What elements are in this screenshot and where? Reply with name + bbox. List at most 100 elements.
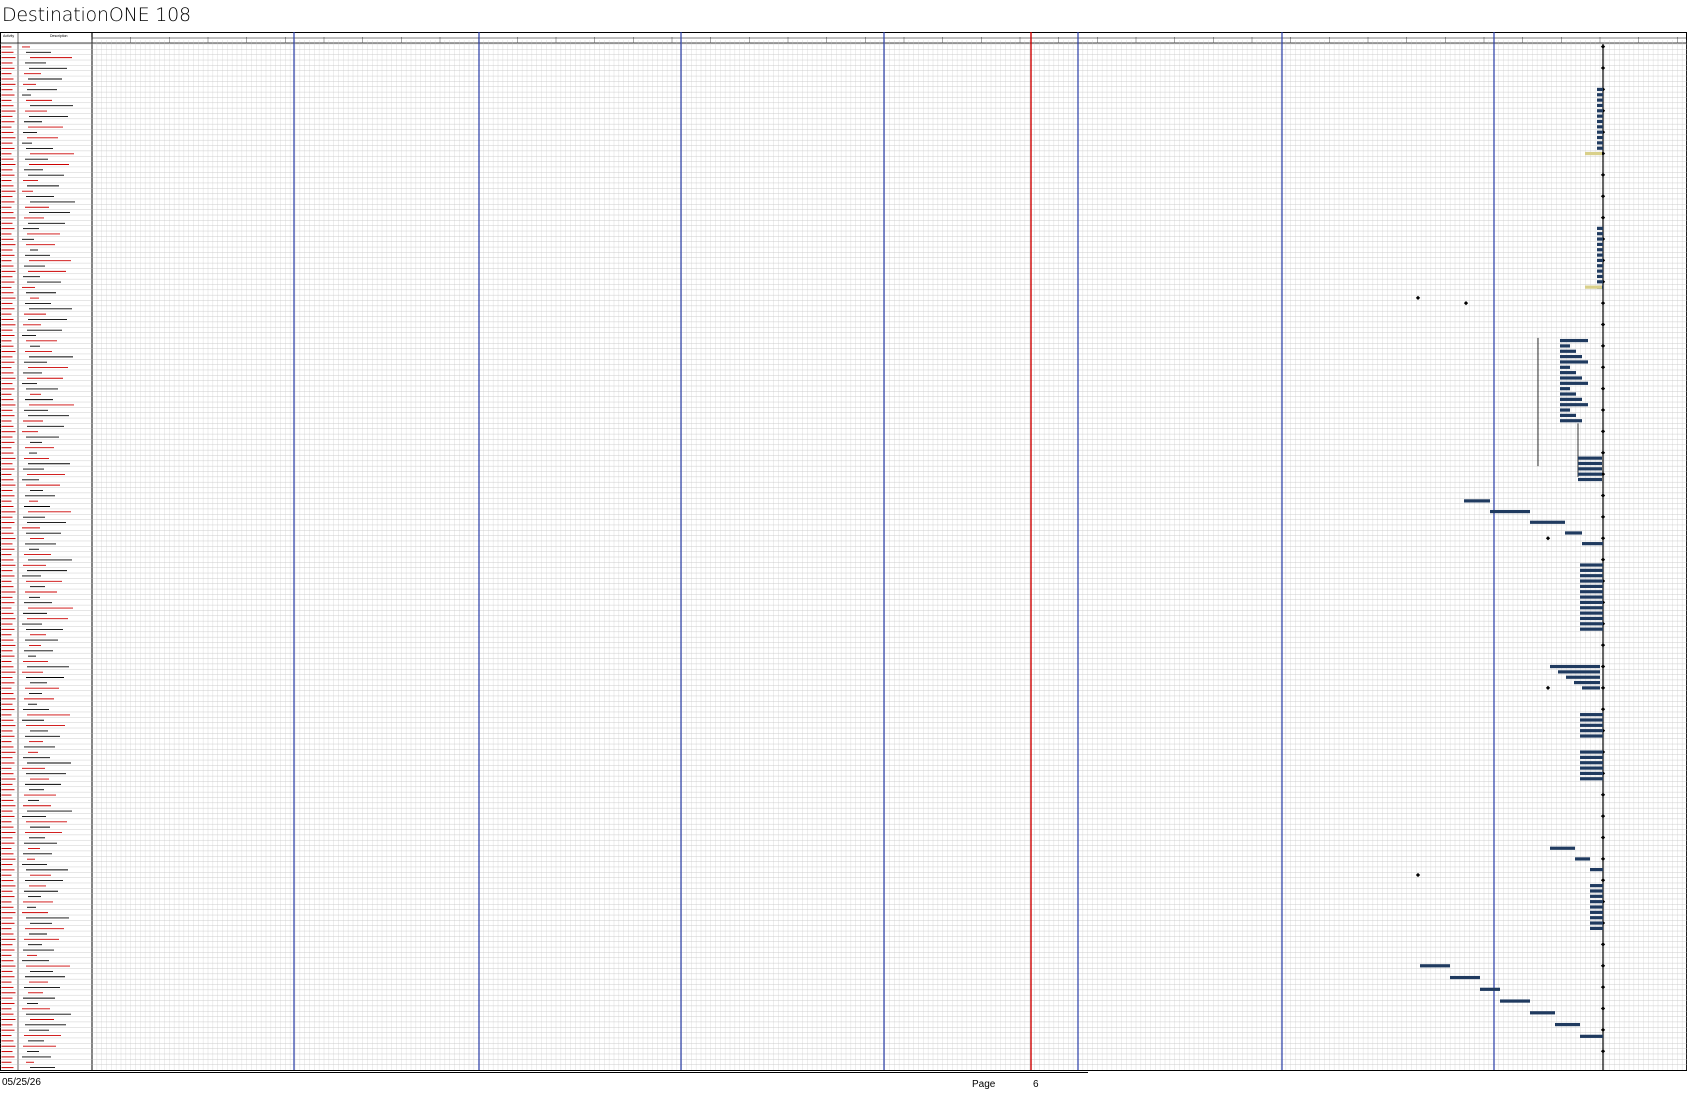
gantt-bar bbox=[1597, 274, 1603, 279]
gantt-bar bbox=[1597, 264, 1603, 268]
gantt-bar bbox=[1590, 905, 1603, 909]
gantt-bar bbox=[1597, 232, 1603, 236]
gantt-bar bbox=[1580, 761, 1603, 765]
gantt-bar bbox=[1580, 734, 1603, 738]
gantt-bar bbox=[1580, 713, 1603, 717]
gantt-bar bbox=[1560, 349, 1576, 353]
gantt-bar bbox=[1580, 611, 1603, 615]
gantt-bar bbox=[1530, 520, 1565, 524]
gantt-bar bbox=[1580, 563, 1603, 567]
milestone-marker bbox=[1415, 872, 1421, 878]
gantt-bar bbox=[1580, 1034, 1603, 1038]
gantt-bar bbox=[1560, 355, 1582, 359]
gantt-bar bbox=[1560, 376, 1582, 380]
gantt-bar bbox=[1450, 975, 1480, 980]
gantt-bar bbox=[1575, 857, 1590, 861]
gantt-bar bbox=[1582, 686, 1600, 690]
gantt-bar bbox=[1580, 750, 1603, 754]
gantt-bar bbox=[1550, 664, 1600, 669]
gantt-bar bbox=[1597, 93, 1603, 97]
gantt-bar bbox=[1597, 87, 1603, 92]
footer-date: 05/25/26 bbox=[2, 1077, 41, 1088]
gantt-bar bbox=[1578, 472, 1602, 476]
gantt-bar bbox=[1597, 109, 1603, 113]
gantt-bar bbox=[1580, 579, 1603, 583]
gantt-bar bbox=[1580, 771, 1603, 776]
gantt-bar bbox=[1530, 1011, 1555, 1015]
gantt-bar bbox=[1590, 926, 1603, 930]
gantt-bar bbox=[1597, 146, 1603, 150]
gantt-bar bbox=[1590, 889, 1603, 893]
gantt-bar bbox=[1597, 114, 1603, 118]
gantt-chart: Activity Description bbox=[0, 32, 1687, 1071]
footer-page-label: Page bbox=[972, 1079, 996, 1090]
footer-page-number: 6 bbox=[1033, 1079, 1039, 1090]
milestone-marker bbox=[1545, 536, 1551, 541]
gantt-bar bbox=[1580, 777, 1603, 781]
column-header-activity: Activity bbox=[3, 34, 14, 38]
gantt-bar bbox=[1580, 718, 1603, 722]
gantt-bar bbox=[1550, 846, 1575, 850]
gantt-bar bbox=[1420, 964, 1450, 968]
gantt-bar bbox=[1597, 280, 1603, 284]
gantt-bar bbox=[1580, 584, 1603, 588]
gantt-bar bbox=[1560, 365, 1570, 369]
gantt-bar bbox=[1578, 477, 1602, 482]
gantt-bar bbox=[1580, 600, 1603, 605]
gantt-bar bbox=[1565, 531, 1582, 535]
gantt-bar bbox=[1560, 338, 1588, 343]
gantt-bar bbox=[1597, 226, 1603, 230]
gantt-bar bbox=[1580, 590, 1603, 594]
gantt-bar bbox=[1590, 921, 1603, 925]
gantt-bar bbox=[1555, 1022, 1580, 1027]
gantt-bar bbox=[1590, 900, 1603, 904]
gantt-bar bbox=[1580, 723, 1603, 727]
gantt-bar bbox=[1580, 616, 1603, 621]
gantt-bar bbox=[1560, 344, 1570, 348]
gantt-bar bbox=[1560, 387, 1570, 391]
page-title: DestinationONE 108 bbox=[2, 4, 191, 26]
gantt-bar bbox=[1597, 135, 1603, 140]
milestone-marker bbox=[1545, 685, 1551, 691]
gantt-bar bbox=[1590, 868, 1603, 872]
gantt-bar bbox=[1580, 595, 1603, 599]
gantt-bar bbox=[1597, 258, 1603, 263]
gantt-bar bbox=[1597, 103, 1603, 108]
gantt-bar bbox=[1597, 242, 1603, 246]
gantt-bar bbox=[1597, 253, 1603, 257]
gantt-bar bbox=[1578, 467, 1602, 471]
timeline-grid bbox=[0, 32, 1687, 1070]
gantt-bar bbox=[1580, 766, 1603, 770]
milestone-marker bbox=[1463, 301, 1469, 306]
gantt-bar bbox=[1580, 627, 1603, 631]
highlight-bar bbox=[1585, 285, 1602, 289]
gantt-bar bbox=[1464, 499, 1490, 503]
gantt-bar bbox=[1597, 248, 1603, 252]
gantt-bar bbox=[1597, 119, 1603, 124]
activity-table: Activity Description bbox=[0, 32, 1687, 1071]
gantt-bar bbox=[1480, 987, 1500, 991]
gantt-bar bbox=[1580, 574, 1603, 578]
gantt-bar bbox=[1582, 542, 1603, 546]
gantt-bar bbox=[1590, 894, 1603, 898]
gantt-bar bbox=[1560, 371, 1576, 375]
gantt-bar bbox=[1580, 729, 1603, 733]
gantt-bar bbox=[1597, 130, 1603, 134]
gantt-bar bbox=[1580, 622, 1603, 626]
gantt-bar bbox=[1560, 403, 1588, 407]
gantt-bar bbox=[1597, 125, 1603, 129]
gantt-bar bbox=[1590, 916, 1603, 920]
gantt-bar bbox=[1597, 269, 1603, 273]
gantt-bar bbox=[1566, 675, 1600, 679]
gantt-bar bbox=[1500, 999, 1530, 1003]
gantt-bar bbox=[1597, 141, 1603, 145]
gantt-bar bbox=[1580, 606, 1603, 610]
gantt-bar bbox=[1560, 397, 1582, 401]
gantt-bar bbox=[1590, 884, 1603, 888]
gantt-bar bbox=[1560, 419, 1582, 423]
gantt-bar bbox=[1597, 237, 1603, 241]
gantt-bar bbox=[1578, 456, 1602, 460]
gantt-bar bbox=[1580, 755, 1603, 759]
gantt-bar bbox=[1597, 98, 1603, 102]
column-header-description: Description bbox=[50, 34, 68, 38]
